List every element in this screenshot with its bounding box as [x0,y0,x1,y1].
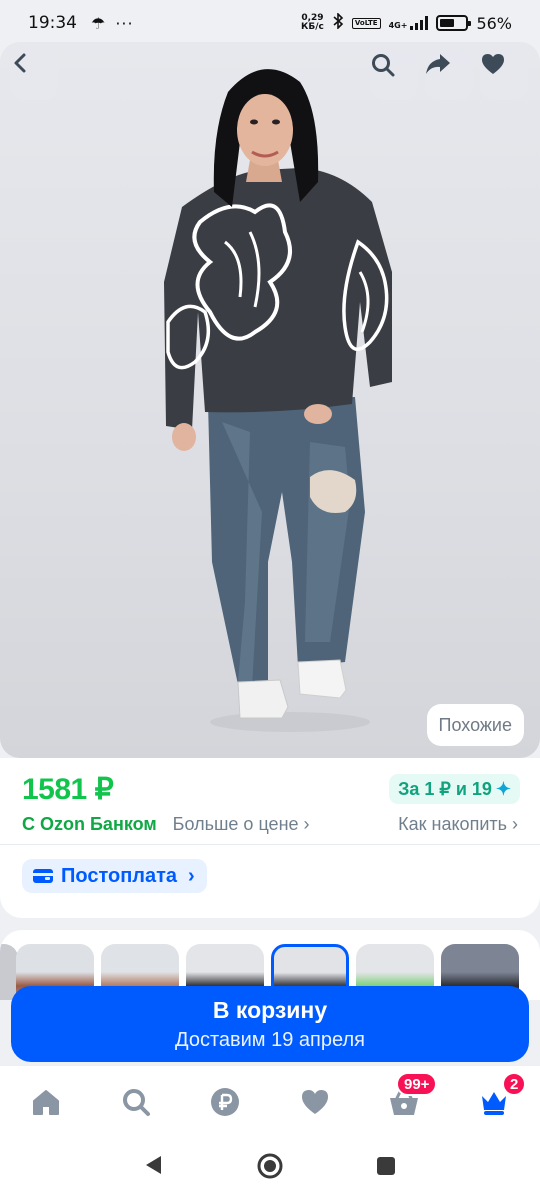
sparkle-icon: ✦ [495,778,511,799]
volte-badge: VoLTE [351,17,381,29]
status-bar: 19:34 ☂ ··· 0,29 КБ/с VoLTE 4G+ 56% [0,0,540,46]
nav-cart[interactable]: 99+ [384,1072,438,1122]
system-home-button[interactable] [256,1152,284,1185]
bluetooth-icon [332,12,344,33]
price-section: 1581 ₽ За 1 ₽ и 19 ✦ С Ozon Банком Больш… [0,758,540,844]
net-speed-unit: КБ/с [301,22,324,32]
add-to-cart-label: В корзину [212,996,328,1023]
profile-badge: 2 [502,1072,527,1096]
share-icon [426,54,450,74]
home-icon [33,1090,59,1115]
product-price: 1581 ₽ [22,773,114,806]
share-button[interactable] [425,52,473,100]
heart-icon [482,54,504,74]
delivery-date: Доставим 19 апреля [175,1028,365,1051]
back-button[interactable] [10,52,58,100]
postpay-arrow: › [188,864,195,887]
umbrella-icon: ☂ [91,13,106,33]
heart-icon [302,1090,328,1114]
product-photo-illustration [164,69,392,732]
status-time: 19:34 [28,13,77,33]
nav-ozon-bank[interactable] [205,1082,245,1122]
square-recents-icon [377,1157,395,1175]
battery-icon [436,15,472,31]
postpay-label: Постоплата [61,864,178,887]
circle-home-icon [257,1153,283,1179]
network-type: 4G+ [388,21,408,30]
cart-badge: 99+ [396,1072,438,1096]
nav-search[interactable] [116,1082,156,1122]
system-recents-button[interactable] [376,1156,396,1181]
signal-icon: 4G+ [389,16,429,30]
similar-button[interactable]: Похожие [426,704,524,746]
nav-favorites[interactable] [295,1082,335,1122]
search-icon [123,1089,150,1116]
more-about-price-link[interactable]: Больше о цене › [173,814,310,835]
system-back-button[interactable] [143,1154,163,1181]
more-notifications-icon: ··· [115,13,134,33]
ozon-bank-price-label: С Ozon Банком [22,814,157,834]
net-speed: 0,29 КБ/с [301,14,324,32]
back-arrow-icon [14,53,26,73]
favorite-button[interactable] [480,52,528,100]
ruble-icon [211,1088,239,1116]
triangle-back-icon [146,1156,161,1174]
nav-my-ozon[interactable]: 2 [474,1072,527,1122]
how-to-save-link[interactable]: Как накопить › [398,814,518,835]
cashback-chip[interactable]: За 1 ₽ и 19 ✦ [389,774,520,804]
bottom-navigation: 99+ 2 [0,1066,540,1136]
nav-home[interactable] [26,1082,66,1122]
cashback-text: За 1 ₽ и 19 [398,778,492,799]
product-image[interactable]: Похожие [0,42,540,758]
search-button[interactable] [370,52,418,100]
search-icon [372,54,395,77]
postpay-section: Постоплата › [0,844,540,918]
add-to-cart-button[interactable]: В корзину Доставим 19 апреля [11,986,529,1062]
wallet-icon [33,869,53,883]
system-navigation-bar [0,1136,540,1200]
postpay-chip[interactable]: Постоплата › [22,859,207,893]
battery-percent: 56% [476,13,512,33]
